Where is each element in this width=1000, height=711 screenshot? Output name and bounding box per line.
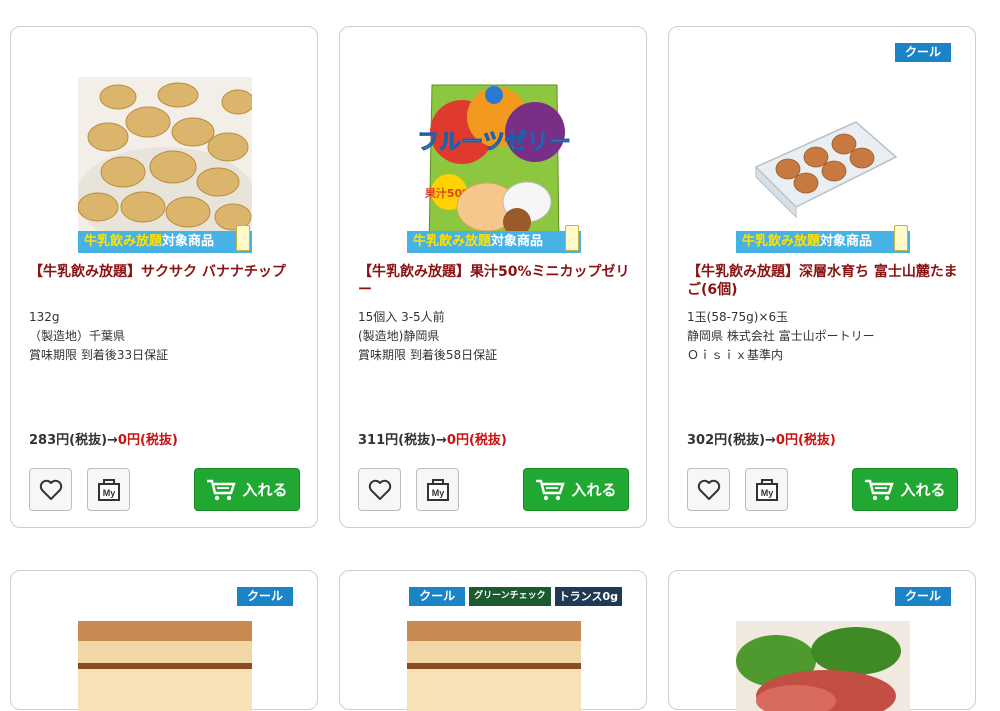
product-description: 132g （製造地）千葉県 賞味期限 到着後33日保証 <box>29 308 168 365</box>
castella-cake-image <box>78 621 252 711</box>
badge-group: クール <box>894 587 951 606</box>
ham-salad-image <box>736 621 910 711</box>
product-card: クール <box>10 570 318 711</box>
desc-line: (製造地)静岡県 <box>358 329 440 343</box>
product-image[interactable] <box>78 77 252 251</box>
desc-line: Ｏｉｓｉｘ基準内 <box>687 348 784 362</box>
product-image[interactable] <box>78 621 252 711</box>
campaign-banner: 牛乳飲み放題対象商品 <box>407 225 581 253</box>
favorite-button[interactable] <box>358 468 401 511</box>
add-to-cart-label: 入れる <box>571 481 617 499</box>
green-check-badge: グリーンチェック <box>469 587 551 606</box>
cool-badge: クール <box>894 587 951 606</box>
my-list-button[interactable]: My <box>745 468 788 511</box>
campaign-banner: 牛乳飲み放題対象商品 <box>78 225 252 253</box>
product-image[interactable] <box>736 621 910 711</box>
product-image[interactable] <box>407 621 581 711</box>
product-description: 1玉(58-75g)×6玉 静岡県 株式会社 富士山ポートリー Ｏｉｓｉｘ基準内 <box>687 308 875 365</box>
trans-fat-badge: トランス0g <box>554 587 622 606</box>
campaign-suffix: 対象商品 <box>491 234 544 249</box>
price-now: 0円(税抜) <box>775 433 836 448</box>
product-title[interactable]: 【牛乳飲み放題】果汁50%ミニカップゼリー <box>358 263 636 299</box>
badge-group: クール グリーンチェック トランス0g <box>409 587 622 606</box>
desc-line: 静岡県 株式会社 富士山ポートリー <box>687 329 875 343</box>
add-to-cart-button[interactable]: 入れる <box>194 468 300 511</box>
desc-line: 15個入 3-5人前 <box>358 310 445 324</box>
price: 302円(税抜)→0円(税抜) <box>687 429 836 448</box>
campaign-highlight: 牛乳飲み放題 <box>413 234 492 249</box>
desc-line: （製造地）千葉県 <box>29 329 126 343</box>
add-to-cart-label: 入れる <box>242 481 288 499</box>
product-title[interactable]: 【牛乳飲み放題】深層水育ち 富士山麓たまご(6個) <box>687 263 965 299</box>
product-title[interactable]: 【牛乳飲み放題】サクサク バナナチップ <box>29 263 307 281</box>
favorite-button[interactable] <box>687 468 730 511</box>
campaign-banner: 牛乳飲み放題対象商品 <box>736 225 910 253</box>
my-bag-icon: My <box>755 478 778 501</box>
my-label: My <box>760 488 773 498</box>
product-image[interactable]: フルーツゼリー 果汁50% <box>407 77 581 251</box>
eggs-carton-image <box>736 77 910 251</box>
price-now: 0円(税抜) <box>446 433 507 448</box>
my-label: My <box>431 488 444 498</box>
price: 311円(税抜)→0円(税抜) <box>358 429 507 448</box>
campaign-suffix: 対象商品 <box>162 234 215 249</box>
badge-group: クール <box>236 587 293 606</box>
product-card: クール <box>668 570 976 711</box>
my-bag-icon: My <box>97 478 120 501</box>
price-original: 302円(税抜)→ <box>687 433 776 448</box>
banana-chips-image <box>78 77 252 251</box>
cool-badge: クール <box>236 587 293 606</box>
my-list-button[interactable]: My <box>416 468 459 511</box>
product-image[interactable] <box>736 77 910 251</box>
campaign-suffix: 対象商品 <box>820 234 873 249</box>
desc-line: 132g <box>29 310 60 324</box>
product-description: 15個入 3-5人前 (製造地)静岡県 賞味期限 到着後58日保証 <box>358 308 497 365</box>
price-original: 311円(税抜)→ <box>358 433 447 448</box>
cart-icon <box>207 479 237 500</box>
cart-icon <box>865 479 895 500</box>
desc-line: 1玉(58-75g)×6玉 <box>687 310 789 324</box>
cart-icon <box>536 479 566 500</box>
cool-badge: クール <box>894 43 951 62</box>
campaign-highlight: 牛乳飲み放題 <box>742 234 821 249</box>
add-to-cart-button[interactable]: 入れる <box>852 468 958 511</box>
milk-bottle-icon <box>565 225 579 251</box>
product-card: 牛乳飲み放題対象商品 【牛乳飲み放題】サクサク バナナチップ 132g （製造地… <box>10 26 318 528</box>
price-original: 283円(税抜)→ <box>29 433 118 448</box>
product-card: クール グリーンチェック トランス0g <box>339 570 647 711</box>
my-list-button[interactable]: My <box>87 468 130 511</box>
add-to-cart-label: 入れる <box>900 481 946 499</box>
my-bag-icon: My <box>426 478 449 501</box>
milk-bottle-icon <box>894 225 908 251</box>
desc-line: 賞味期限 到着後33日保証 <box>29 348 169 362</box>
campaign-highlight: 牛乳飲み放題 <box>84 234 163 249</box>
product-card: フルーツゼリー 果汁50% 牛乳飲み放題対象商品 【牛乳飲み放題】果汁50%ミニ… <box>339 26 647 528</box>
my-label: My <box>102 488 115 498</box>
fruit-jelly-package-image: フルーツゼリー 果汁50% <box>407 77 581 251</box>
milk-bottle-icon <box>236 225 250 251</box>
heart-icon <box>39 479 62 500</box>
add-to-cart-button[interactable]: 入れる <box>523 468 629 511</box>
favorite-button[interactable] <box>29 468 72 511</box>
desc-line: 賞味期限 到着後58日保証 <box>358 348 498 362</box>
castella-cake-image <box>407 621 581 711</box>
heart-icon <box>697 479 720 500</box>
package-title: フルーツゼリー <box>417 130 571 155</box>
product-card: クール 牛乳飲み放題対象商品 【牛乳飲み放題】深層水育ち 富士山麓たまご(6個)… <box>668 26 976 528</box>
price-now: 0円(税抜) <box>117 433 178 448</box>
cool-badge: クール <box>409 587 466 606</box>
heart-icon <box>368 479 391 500</box>
badge-group: クール <box>894 43 951 62</box>
price: 283円(税抜)→0円(税抜) <box>29 429 178 448</box>
